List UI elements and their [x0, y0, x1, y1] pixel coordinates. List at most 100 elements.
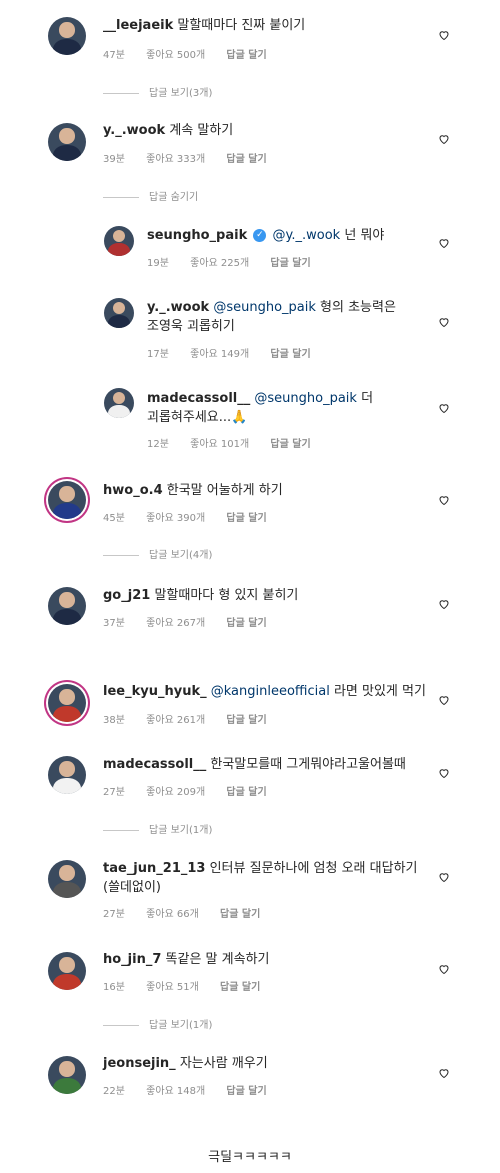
heart-icon[interactable] — [438, 133, 450, 145]
comment-likes[interactable]: 좋아요 333개 — [146, 154, 205, 165]
avatar[interactable] — [104, 388, 134, 418]
avatar[interactable] — [48, 684, 86, 722]
comment-time: 19분 — [147, 258, 169, 269]
avatar[interactable] — [104, 298, 134, 328]
comment-likes[interactable]: 좋아요 390개 — [146, 513, 205, 524]
comment-mention[interactable]: @seungho_paik — [254, 391, 357, 406]
avatar[interactable] — [104, 226, 134, 256]
heart-icon[interactable] — [438, 767, 450, 779]
comment-time: 47분 — [103, 50, 125, 61]
comment-username[interactable]: go_j21 — [103, 588, 150, 603]
view-replies-toggle[interactable]: 답글 보기(4개) — [103, 546, 212, 561]
comment-likes[interactable]: 좋아요 225개 — [190, 258, 249, 269]
reply-button[interactable]: 답글 달기 — [226, 154, 266, 165]
comment-time: 22분 — [103, 1086, 125, 1097]
comment-username[interactable]: y._.wook — [103, 123, 165, 138]
avatar[interactable] — [48, 860, 86, 898]
heart-icon[interactable] — [438, 237, 450, 249]
comment-time: 45분 — [103, 513, 125, 524]
heart-icon[interactable] — [438, 598, 450, 610]
heart-icon[interactable] — [438, 1067, 450, 1079]
view-replies-toggle[interactable]: 답글 보기(1개) — [103, 1016, 212, 1031]
replies-toggle-label: 답글 보기(3개) — [149, 88, 213, 99]
comment-mention[interactable]: @y._.wook — [273, 228, 341, 243]
heart-icon[interactable] — [438, 402, 450, 414]
comment-mention[interactable]: @seungho_paik — [213, 300, 316, 315]
avatar[interactable] — [48, 17, 86, 55]
avatar[interactable] — [48, 123, 86, 161]
avatar[interactable] — [48, 952, 86, 990]
comment-username[interactable]: lee_kyu_hyuk_ — [103, 684, 207, 699]
footer-caption: 극딜ㅋㅋㅋㅋㅋ — [208, 1150, 292, 1165]
replies-toggle-label: 답글 보기(1개) — [149, 825, 213, 836]
comment-mention[interactable]: @kanginleeofficial — [211, 684, 330, 699]
comment-text: 말할때마다 형 있지 붙히기 — [154, 588, 299, 603]
comment-likes[interactable]: 좋아요 261개 — [146, 715, 205, 726]
reply-button[interactable]: 답글 달기 — [270, 349, 310, 360]
replies-toggle-label: 답글 보기(1개) — [149, 1020, 213, 1031]
comment-likes[interactable]: 좋아요 148개 — [146, 1086, 205, 1097]
comment-time: 38분 — [103, 715, 125, 726]
comment-time: 12분 — [147, 439, 169, 450]
heart-icon[interactable] — [438, 29, 450, 41]
comment-username[interactable]: ho_jin_7 — [103, 952, 161, 967]
replies-toggle-label: 답글 보기(4개) — [149, 550, 213, 561]
comment-username[interactable]: hwo_o.4 — [103, 483, 163, 498]
avatar[interactable] — [48, 481, 86, 519]
comment-text: 말할때마다 진짜 붙이기 — [177, 18, 306, 33]
comment-text: 형의 초능력은 — [315, 300, 396, 315]
avatar[interactable] — [48, 1056, 86, 1094]
comment-username[interactable]: seungho_paik — [147, 228, 247, 243]
reply-button[interactable]: 답글 달기 — [226, 513, 266, 524]
comment-time: 39분 — [103, 154, 125, 165]
comment-text: 넌 뭐야 — [340, 228, 385, 243]
reply-button[interactable]: 답글 달기 — [226, 50, 266, 61]
view-replies-toggle[interactable]: 답글 보기(3개) — [103, 84, 212, 99]
heart-icon[interactable] — [438, 871, 450, 883]
reply-button[interactable]: 답글 달기 — [270, 439, 310, 450]
comment-likes[interactable]: 좋아요 500개 — [146, 50, 205, 61]
comment-text: 한국말 어눌하게 하기 — [166, 483, 283, 498]
comment-time: 27분 — [103, 909, 125, 920]
hide-replies-toggle[interactable]: 답글 숨기기 — [103, 188, 198, 203]
comment-username[interactable]: __leejaeik — [103, 18, 173, 33]
comment-likes[interactable]: 좋아요 267개 — [146, 618, 205, 629]
comment-text: 한국말모를때 그게뭐야라고울어볼때 — [210, 757, 406, 772]
comment-time: 16분 — [103, 982, 125, 993]
comment-likes[interactable]: 좋아요 51개 — [146, 982, 199, 993]
reply-button[interactable]: 답글 달기 — [226, 715, 266, 726]
heart-icon[interactable] — [438, 494, 450, 506]
heart-icon[interactable] — [438, 316, 450, 328]
heart-icon[interactable] — [438, 963, 450, 975]
heart-icon[interactable] — [438, 694, 450, 706]
comment-time: 37분 — [103, 618, 125, 629]
comment-username[interactable]: madecassoll__ — [147, 391, 250, 406]
reply-button[interactable]: 답글 달기 — [220, 982, 260, 993]
comment-time: 27분 — [103, 787, 125, 798]
reply-button[interactable]: 답글 달기 — [270, 258, 310, 269]
comment-likes[interactable]: 좋아요 101개 — [190, 439, 249, 450]
avatar[interactable] — [48, 587, 86, 625]
comment-likes[interactable]: 좋아요 149개 — [190, 349, 249, 360]
view-replies-toggle[interactable]: 답글 보기(1개) — [103, 821, 212, 836]
comment-text: 자는사람 깨우기 — [179, 1056, 268, 1071]
avatar[interactable] — [48, 756, 86, 794]
comment-text: 계속 말하기 — [169, 123, 234, 138]
comment-username[interactable]: y._.wook — [147, 300, 209, 315]
comment-username[interactable]: madecassoll__ — [103, 757, 206, 772]
comment-text: 똑같은 말 계속하기 — [165, 952, 270, 967]
reply-button[interactable]: 답글 달기 — [226, 618, 266, 629]
reply-button[interactable]: 답글 달기 — [226, 1086, 266, 1097]
comment-text-continued: 괴롭혀주세요...🙏 — [147, 410, 248, 425]
comment-likes[interactable]: 좋아요 66개 — [146, 909, 199, 920]
reply-button[interactable]: 답글 달기 — [226, 787, 266, 798]
comment-username[interactable]: tae_jun_21_13 — [103, 861, 205, 876]
reply-button[interactable]: 답글 달기 — [220, 909, 260, 920]
comment-text-continued: (쓸데없이) — [103, 880, 161, 895]
comment-time: 17분 — [147, 349, 169, 360]
comment-text: 라면 맛있게 먹기 — [329, 684, 426, 699]
comment-likes[interactable]: 좋아요 209개 — [146, 787, 205, 798]
comment-username[interactable]: jeonsejin_ — [103, 1056, 176, 1071]
verified-badge-icon: ✓ — [253, 229, 267, 242]
comment-text: 인터뷰 질문하나에 엄청 오래 대답하기 — [209, 861, 418, 876]
